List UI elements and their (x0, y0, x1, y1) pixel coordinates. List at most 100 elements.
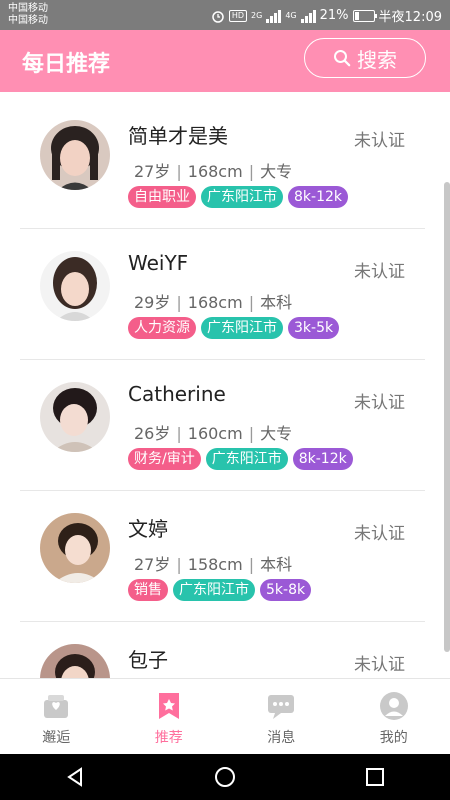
verify-status: 未认证 (354, 655, 405, 675)
tab-recommend[interactable]: 推荐 (113, 679, 226, 755)
income-tag: 3k-5k (288, 317, 340, 339)
tag-row: 财务/审计 广东阳江市 8k-12k (128, 448, 353, 470)
job-tag: 销售 (128, 579, 168, 601)
carrier-info: 中国移动 中国移动 (8, 3, 48, 27)
search-label: 搜索 (357, 47, 397, 72)
meta-separator: | (176, 424, 182, 443)
profile-card[interactable]: 文婷 未认证 27岁 | 158cm | 本科 销售 广东阳江市 5k-8k (20, 491, 425, 622)
age: 29岁 (134, 293, 171, 312)
height: 168cm (187, 162, 243, 181)
city-tag: 广东阳江市 (205, 448, 288, 470)
avatar[interactable] (40, 644, 110, 678)
avatar[interactable] (40, 120, 110, 190)
age: 27岁 (134, 162, 171, 181)
profile-card[interactable]: 简单才是美 未认证 27岁 | 168cm | 大专 自由职业 广东阳江市 8k-12k (20, 98, 425, 229)
status-bar: 中国移动 中国移动 HD 2G 4G 21% 半夜12:09 (0, 0, 450, 30)
search-icon (334, 50, 351, 67)
avatar[interactable] (40, 513, 110, 583)
tab-label: 推荐 (154, 730, 183, 746)
signal-icon-2 (300, 9, 316, 23)
tab-label: 邂逅 (42, 730, 71, 746)
meta-separator: | (176, 162, 182, 181)
profile-name: Catherine (128, 382, 226, 406)
height: 160cm (187, 424, 243, 443)
recent-apps-icon[interactable] (363, 765, 387, 789)
clock: 半夜12:09 (378, 10, 442, 25)
scrollbar[interactable] (444, 92, 450, 678)
job-tag: 人力资源 (128, 317, 196, 339)
page-title: 每日推荐 (22, 52, 111, 77)
profile-meta: 29岁 | 168cm | 本科 (134, 289, 292, 313)
tab-label: 消息 (267, 730, 296, 746)
message-icon (268, 695, 295, 719)
system-nav-bar (0, 754, 450, 800)
tag-row: 自由职业 广东阳江市 8k-12k (128, 186, 348, 208)
profile-card[interactable]: WeiYF 未认证 29岁 | 168cm | 本科 人力资源 广东阳江市 3k-5k (20, 229, 425, 360)
city-tag: 广东阳江市 (201, 186, 283, 208)
meta-separator: | (248, 293, 255, 312)
carrier-2: 中国移动 (8, 15, 48, 26)
job-tag: 自由职业 (128, 186, 196, 208)
verify-status: 未认证 (354, 131, 405, 151)
battery-icon (352, 9, 377, 22)
education: 本科 (260, 293, 293, 312)
verify-status: 未认证 (354, 524, 405, 544)
meta-separator: | (176, 293, 182, 312)
income-tag: 5k-8k (260, 579, 312, 601)
meta-separator: | (248, 424, 255, 443)
profile-icon (379, 692, 408, 720)
profile-name: 包子 (128, 648, 168, 672)
search-button[interactable]: 搜索 (304, 38, 426, 78)
app-header: 每日推荐 搜索 (0, 30, 450, 92)
avatar[interactable] (40, 382, 110, 452)
income-tag: 8k-12k (288, 186, 348, 208)
profile-meta: 27岁 | 158cm | 本科 (134, 551, 292, 575)
carrier-1: 中国移动 (8, 3, 48, 14)
signal-icon (266, 9, 282, 23)
profile-meta: 26岁 | 160cm | 大专 (134, 420, 292, 444)
age: 27岁 (134, 555, 171, 574)
meta-separator: | (176, 555, 182, 574)
back-icon[interactable] (63, 765, 87, 789)
tag-row: 销售 广东阳江市 5k-8k (128, 579, 312, 601)
age: 26岁 (134, 424, 171, 443)
tab-profile[interactable]: 我的 (338, 679, 450, 755)
city-tag: 广东阳江市 (201, 317, 283, 339)
battery-percent: 21% (319, 8, 349, 23)
tab-label: 我的 (379, 730, 408, 746)
income-tag: 8k-12k (292, 448, 353, 470)
profile-name: 文婷 (128, 517, 168, 541)
profile-card[interactable]: 包子 未认证 (20, 622, 425, 678)
status-icons: HD 2G 4G 21% 半夜12:09 (211, 6, 442, 25)
network-4g: 4G (285, 11, 297, 20)
scrollbar-thumb[interactable] (444, 182, 450, 652)
alarm-icon (212, 10, 224, 23)
profile-name: WeiYF (128, 251, 189, 275)
verify-status: 未认证 (354, 393, 405, 413)
education: 本科 (260, 555, 293, 574)
avatar[interactable] (40, 251, 110, 321)
encounter-icon (44, 695, 69, 718)
tag-row: 人力资源 广东阳江市 3k-5k (128, 317, 340, 339)
network-2g: 2G (251, 11, 263, 20)
education: 大专 (260, 162, 293, 181)
hd-badge: HD (228, 9, 248, 22)
height: 168cm (187, 293, 243, 312)
meta-separator: | (248, 162, 255, 181)
recommend-bookmark-icon (158, 693, 179, 719)
city-tag: 广东阳江市 (173, 579, 255, 601)
profile-card[interactable]: Catherine 未认证 26岁 | 160cm | 大专 财务/审计 广东阳江市 8… (20, 360, 425, 491)
meta-separator: | (248, 555, 255, 574)
height: 158cm (187, 555, 243, 574)
verify-status: 未认证 (354, 262, 405, 282)
profile-meta: 27岁 | 168cm | 大专 (134, 158, 292, 182)
battery-fill (354, 11, 359, 20)
recommend-list[interactable]: 简单才是美 未认证 27岁 | 168cm | 大专 自由职业 广东阳江市 8k-12k… (0, 92, 450, 678)
tab-messages[interactable]: 消息 (225, 679, 338, 755)
tab-encounter[interactable]: 邂逅 (0, 679, 113, 755)
profile-name: 简单才是美 (128, 124, 228, 148)
education: 大专 (260, 424, 293, 443)
bottom-tab-bar: 邂逅 推荐 消息 我的 (0, 678, 450, 755)
home-icon[interactable] (213, 765, 237, 789)
job-tag: 财务/审计 (128, 448, 201, 470)
